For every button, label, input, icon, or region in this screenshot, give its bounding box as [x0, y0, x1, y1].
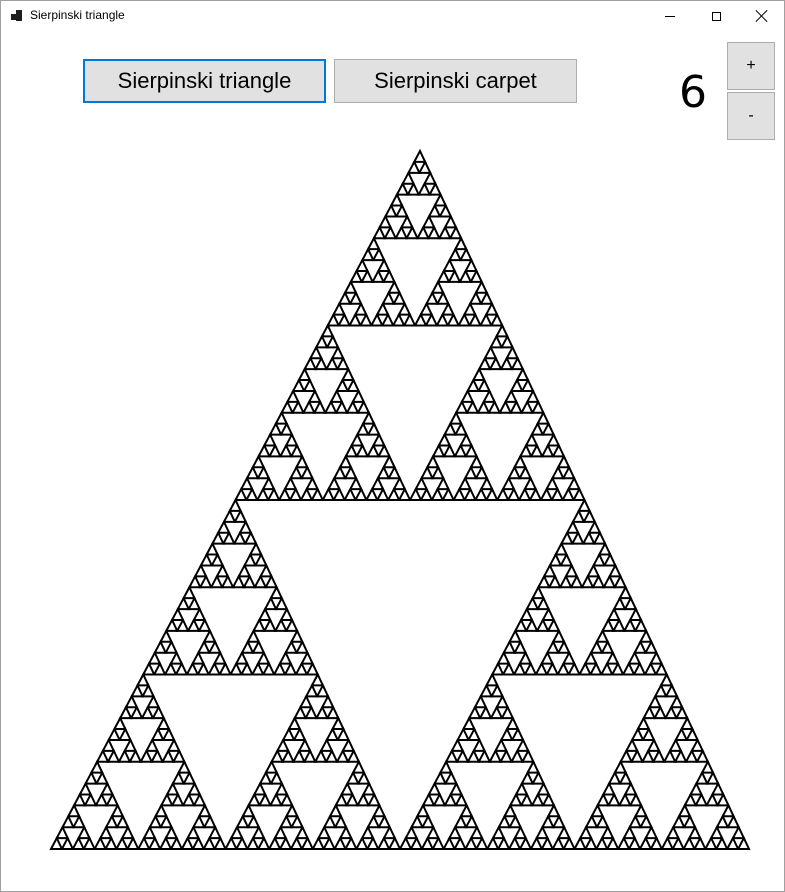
title-bar[interactable]: Sierpinski triangle — [1, 1, 784, 31]
increase-depth-button[interactable]: + — [727, 42, 775, 90]
close-button[interactable] — [739, 1, 785, 31]
maximize-button[interactable] — [693, 1, 739, 31]
app-icon — [11, 10, 23, 22]
maximize-icon — [711, 11, 721, 21]
close-icon — [756, 10, 768, 22]
decrease-depth-button[interactable]: - — [727, 92, 775, 140]
window-title: Sierpinski triangle — [30, 8, 125, 22]
minimize-button[interactable] — [647, 1, 693, 31]
app-window: Sierpinski triangle Sierpinski triangle … — [0, 0, 785, 892]
sierpinski-carpet-button[interactable]: Sierpinski carpet — [334, 59, 577, 103]
minimize-icon — [665, 15, 675, 17]
depth-value-label: 6 — [679, 67, 707, 118]
sierpinski-triangle-button[interactable]: Sierpinski triangle — [83, 59, 326, 103]
